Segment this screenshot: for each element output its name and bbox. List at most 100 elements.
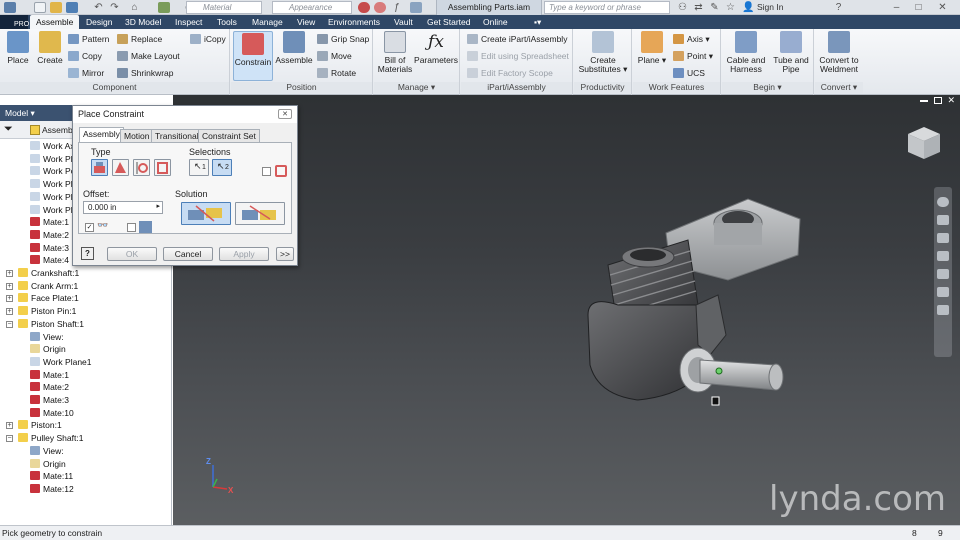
adjust-icon[interactable] xyxy=(374,2,386,13)
viewport-maximize-icon[interactable] xyxy=(934,97,942,104)
filter-icon[interactable]: ⏷ xyxy=(4,123,13,136)
browser-item[interactable]: Piston:1 xyxy=(18,420,62,432)
apply-button[interactable]: Apply xyxy=(219,247,269,261)
solution-mate-button[interactable] xyxy=(181,202,231,225)
browser-item[interactable]: Mate:12 xyxy=(30,483,74,496)
orbit-icon[interactable] xyxy=(937,251,949,261)
dialog-tab-assembly[interactable]: Assembly xyxy=(79,127,124,142)
more-options-button[interactable]: >> xyxy=(276,247,294,261)
create-button[interactable]: Create xyxy=(36,31,64,65)
browser-item[interactable]: Piston Pin:1 xyxy=(18,306,76,318)
customize-icon[interactable] xyxy=(410,2,422,13)
tab-view[interactable]: View xyxy=(291,15,321,29)
dialog-tab-constraint-set[interactable]: Constraint Set xyxy=(198,129,260,142)
steering-wheel-icon[interactable] xyxy=(937,197,949,207)
binoculars-icon[interactable]: ⚇ xyxy=(676,1,689,14)
selection-1-button[interactable]: ↖ 1 xyxy=(189,159,209,176)
clear-appearance-icon[interactable] xyxy=(358,2,370,13)
browser-item[interactable]: Crank Arm:1 xyxy=(18,280,78,293)
point-button[interactable]: Point ▾ xyxy=(673,50,713,62)
tab-overflow-icon[interactable]: ▪▾ xyxy=(528,15,547,29)
browser-item[interactable]: Pulley Shaft:1 xyxy=(18,433,83,445)
offset-input[interactable]: 0.000 in ▸ xyxy=(83,201,163,214)
predict-offset-checkbox[interactable] xyxy=(127,223,136,232)
zoom-icon[interactable] xyxy=(937,233,949,243)
browser-item[interactable]: Work Pla xyxy=(30,153,77,166)
tab-get-started[interactable]: Get Started xyxy=(421,15,476,29)
star-icon[interactable]: ☆ xyxy=(724,1,737,14)
redo-icon[interactable]: ↷ xyxy=(108,1,121,14)
pattern-button[interactable]: Pattern xyxy=(68,33,109,45)
bill-of-materials-button[interactable]: Bill of Materials xyxy=(376,31,414,74)
browser-item[interactable]: Work Ax xyxy=(30,141,75,153)
plane-button[interactable]: Plane ▾ xyxy=(637,31,667,65)
assemble-button[interactable]: Assemble xyxy=(275,31,313,65)
pick-part-first-checkbox[interactable] xyxy=(262,167,271,176)
tab-design[interactable]: Design xyxy=(80,15,118,29)
icopy-button[interactable]: iCopy xyxy=(190,33,226,45)
browser-item[interactable]: Work Pla xyxy=(30,204,77,217)
expand-toggle-icon[interactable]: + xyxy=(6,270,13,277)
save-icon[interactable] xyxy=(66,2,78,13)
tube-pipe-button[interactable]: Tube and Pipe xyxy=(770,31,812,74)
create-substitutes-button[interactable]: Create Substitutes ▾ xyxy=(578,31,628,74)
browser-item[interactable]: Mate:10 xyxy=(30,407,74,420)
exchange-icon[interactable]: ⇄ xyxy=(692,1,705,14)
replace-button[interactable]: Replace xyxy=(117,33,162,45)
browser-item[interactable]: Origin xyxy=(30,344,66,356)
browser-item[interactable]: Face Plate:1 xyxy=(18,293,79,305)
dialog-help-icon[interactable]: ? xyxy=(81,247,94,260)
browser-item[interactable]: Mate:2 xyxy=(30,229,69,242)
browser-item[interactable]: Mate:1 xyxy=(30,369,69,382)
engine-assembly-model[interactable] xyxy=(578,195,803,420)
place-button[interactable]: Place xyxy=(4,31,32,65)
convert-weldment-button[interactable]: Convert to Weldment xyxy=(815,31,863,74)
offset-arrow-icon[interactable]: ▸ xyxy=(156,202,160,210)
open-file-icon[interactable] xyxy=(50,2,62,13)
sign-in-link[interactable]: Sign In xyxy=(757,2,783,12)
view-face-icon[interactable] xyxy=(937,269,949,279)
tangent-constraint-button[interactable] xyxy=(133,159,150,176)
browser-item[interactable]: Mate:2 xyxy=(30,382,69,394)
full-navigation-icon[interactable] xyxy=(937,305,949,315)
select-icon[interactable] xyxy=(158,2,170,13)
browser-item[interactable]: Mate:4 xyxy=(30,255,69,267)
mirror-button[interactable]: Mirror xyxy=(68,67,104,79)
dialog-tab-transitional[interactable]: Transitional xyxy=(151,129,203,142)
look-at-icon[interactable] xyxy=(937,287,949,297)
browser-item[interactable]: Piston Shaft:1 xyxy=(18,318,84,331)
app-menu-icon[interactable] xyxy=(4,2,16,13)
maximize-icon[interactable]: □ xyxy=(912,1,925,14)
create-ipart-button[interactable]: Create iPart/iAssembly xyxy=(467,33,567,45)
expand-toggle-icon[interactable]: − xyxy=(6,320,13,328)
browser-item[interactable]: View: xyxy=(30,445,64,458)
ok-button[interactable]: OK xyxy=(107,247,157,261)
tab-tools[interactable]: Tools xyxy=(211,15,243,29)
tab-online[interactable]: Online xyxy=(477,15,514,29)
close-icon[interactable]: ✕ xyxy=(936,1,949,14)
browser-item[interactable]: Work Pla xyxy=(30,191,77,204)
ucs-button[interactable]: UCS xyxy=(673,67,705,79)
show-preview-checkbox[interactable]: ✓ xyxy=(85,223,94,232)
browser-item[interactable]: Mate:3 xyxy=(30,395,69,407)
browser-item[interactable]: Work Pla xyxy=(30,179,77,191)
browser-item[interactable]: Mate:3 xyxy=(30,242,69,255)
tab-vault[interactable]: Vault xyxy=(388,15,419,29)
angle-constraint-button[interactable] xyxy=(112,159,129,176)
browser-item[interactable]: Work Plane1 xyxy=(30,356,92,369)
browser-item[interactable]: Crankshaft:1 xyxy=(18,268,79,280)
tab-assemble[interactable]: Assemble xyxy=(30,15,80,29)
constrain-button[interactable]: Constrain xyxy=(233,31,273,81)
solution-flush-button[interactable] xyxy=(235,202,285,225)
browser-root[interactable]: Assemb xyxy=(42,125,73,135)
subscription-icon[interactable]: ✎ xyxy=(708,1,721,14)
expand-toggle-icon[interactable]: − xyxy=(6,435,13,443)
tab-3d-model[interactable]: 3D Model xyxy=(119,15,167,29)
material-field[interactable]: Material xyxy=(186,1,262,14)
selection-2-button[interactable]: ↖ 2 xyxy=(212,159,232,176)
cable-harness-button[interactable]: Cable and Harness xyxy=(724,31,768,74)
tab-inspect[interactable]: Inspect xyxy=(169,15,208,29)
grip-snap-button[interactable]: Grip Snap xyxy=(317,33,369,45)
insert-constraint-button[interactable] xyxy=(154,159,171,176)
browser-item[interactable]: Mate:11 xyxy=(30,471,73,483)
